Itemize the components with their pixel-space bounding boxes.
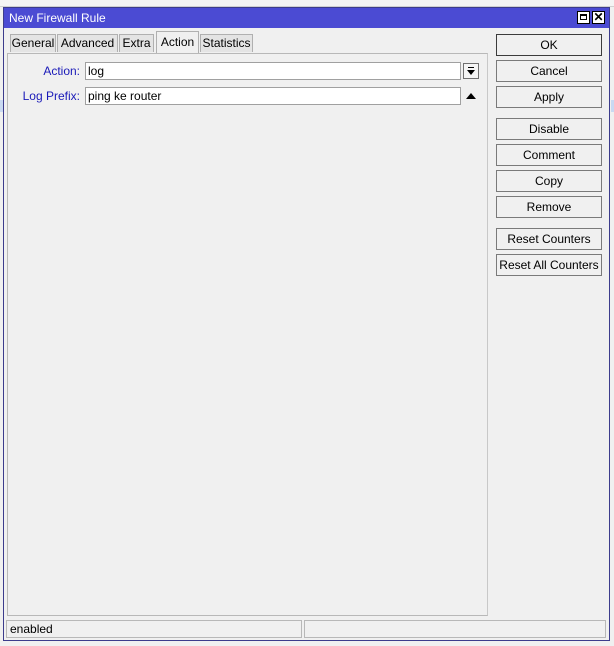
status-enabled: enabled: [6, 620, 302, 638]
copy-button[interactable]: Copy: [496, 170, 602, 192]
tab-action[interactable]: Action: [156, 31, 199, 53]
remove-button[interactable]: Remove: [496, 196, 602, 218]
tab-statistics[interactable]: Statistics: [200, 34, 253, 52]
disable-button[interactable]: Disable: [496, 118, 602, 140]
comment-button[interactable]: Comment: [496, 144, 602, 166]
reset-all-counters-button[interactable]: Reset All Counters: [496, 254, 602, 276]
action-select[interactable]: log: [85, 62, 461, 80]
background-window-edge: [0, 0, 614, 7]
status-secondary: [304, 620, 606, 638]
tab-extra[interactable]: Extra: [119, 34, 154, 52]
dropdown-arrow-icon[interactable]: [463, 63, 479, 79]
action-label: Action:: [43, 64, 80, 78]
maximize-icon[interactable]: [577, 11, 590, 24]
collapse-up-icon[interactable]: [466, 93, 476, 99]
tab-general[interactable]: General: [10, 34, 56, 52]
cancel-button[interactable]: Cancel: [496, 60, 602, 82]
log-prefix-input[interactable]: ping ke router: [85, 87, 461, 105]
ok-button[interactable]: OK: [496, 34, 602, 56]
reset-counters-button[interactable]: Reset Counters: [496, 228, 602, 250]
tab-advanced[interactable]: Advanced: [57, 34, 118, 52]
action-tab-panel: Action: log Log Prefix: ping ke router: [7, 53, 488, 616]
firewall-rule-dialog: New Firewall Rule ✕ General Advanced Ext…: [3, 7, 610, 641]
window-title: New Firewall Rule: [9, 11, 106, 25]
log-prefix-label: Log Prefix:: [22, 89, 80, 103]
title-bar[interactable]: New Firewall Rule ✕: [4, 8, 609, 28]
apply-button[interactable]: Apply: [496, 86, 602, 108]
close-icon[interactable]: ✕: [592, 11, 605, 24]
